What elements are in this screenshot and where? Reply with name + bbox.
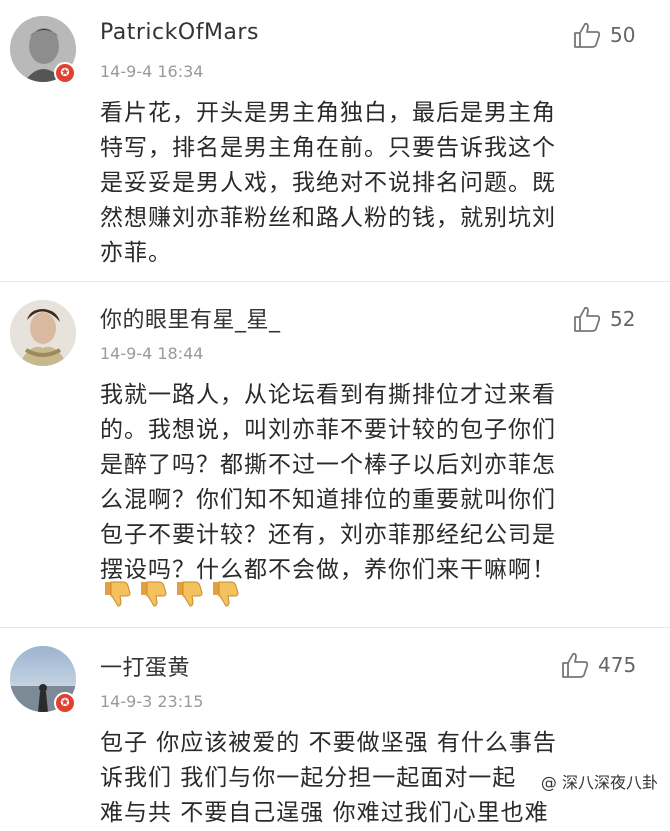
comment-line: 看片花，开头是男主角独白，最后是男主角 bbox=[100, 100, 556, 126]
comment-line: 然想赚刘亦菲粉丝和路人粉的钱，就别坑刘 bbox=[100, 205, 556, 231]
like-count: 52 bbox=[610, 307, 636, 331]
like-count: 475 bbox=[598, 653, 637, 677]
comment-line: 特写，排名是男主角在前。只要告诉我这个 bbox=[100, 135, 556, 161]
thumbs-down-icon bbox=[141, 581, 167, 607]
thumbs-down-icon bbox=[213, 581, 239, 607]
emoji-row bbox=[102, 578, 240, 608]
comment-text: 我就一路人，从论坛看到有撕排位才过来看 的。我想说，叫刘亦菲不要计较的包子你们 … bbox=[100, 378, 660, 588]
thumbs-down-icon bbox=[177, 581, 203, 607]
username[interactable]: 你的眼里有星_星_ bbox=[100, 302, 281, 334]
username[interactable]: 一打蛋黄 bbox=[100, 650, 190, 682]
verified-badge-icon: ✪ bbox=[54, 62, 76, 84]
comment-text: 看片花，开头是男主角独白，最后是男主角 特写，排名是男主角在前。只要告诉我这个 … bbox=[100, 96, 660, 271]
comment-line: 难与共 不要自己逞强 你难过我们心里也难 bbox=[100, 800, 549, 826]
username[interactable]: PatrickOfMars bbox=[100, 20, 259, 45]
timestamp: 14-9-3 23:15 bbox=[100, 692, 204, 711]
thumbs-down-icon bbox=[105, 581, 131, 607]
comment-item: 你的眼里有星_星_ 14-9-4 18:44 52 我就一路人，从论坛看到有撕排… bbox=[0, 282, 670, 622]
timestamp: 14-9-4 18:44 bbox=[100, 344, 204, 363]
thumbs-up-icon bbox=[574, 306, 601, 332]
watermark: @ 深八深夜八卦 bbox=[534, 767, 664, 795]
thumbs-up-icon bbox=[562, 652, 589, 678]
timestamp: 14-9-4 16:34 bbox=[100, 62, 204, 81]
comment-line: 么混啊？你们知不知道排位的重要就叫你们 bbox=[100, 487, 556, 513]
like-button[interactable]: 50 bbox=[572, 20, 635, 50]
comment-item: ✪ PatrickOfMars 14-9-4 16:34 50 看片花，开头是男… bbox=[0, 0, 670, 280]
comment-line: 包子不要计较？还有，刘亦菲那经纪公司是 bbox=[100, 522, 556, 548]
comment-line: 是醉了吗？都撕不过一个棒子以后刘亦菲怎 bbox=[100, 452, 556, 478]
like-button[interactable]: 52 bbox=[572, 304, 635, 334]
comment-line: 是妥妥是男人戏，我绝对不说排名问题。既 bbox=[100, 170, 556, 196]
comment-line: 的。我想说，叫刘亦菲不要计较的包子你们 bbox=[100, 417, 556, 443]
avatar[interactable] bbox=[10, 300, 76, 366]
verified-badge-icon: ✪ bbox=[54, 692, 76, 714]
comment-line: 我就一路人，从论坛看到有撕排位才过来看 bbox=[100, 382, 556, 408]
thumbs-up-icon bbox=[574, 22, 601, 48]
comment-item: ✪ 一打蛋黄 14-9-3 23:15 475 包子 你应该被爱的 不要做坚强 … bbox=[0, 628, 670, 826]
comment-line: 亦菲。 bbox=[100, 240, 172, 266]
like-button[interactable]: 475 bbox=[560, 650, 636, 680]
like-count: 50 bbox=[610, 23, 636, 47]
comment-line: 包子 你应该被爱的 不要做坚强 有什么事告 bbox=[100, 730, 557, 756]
